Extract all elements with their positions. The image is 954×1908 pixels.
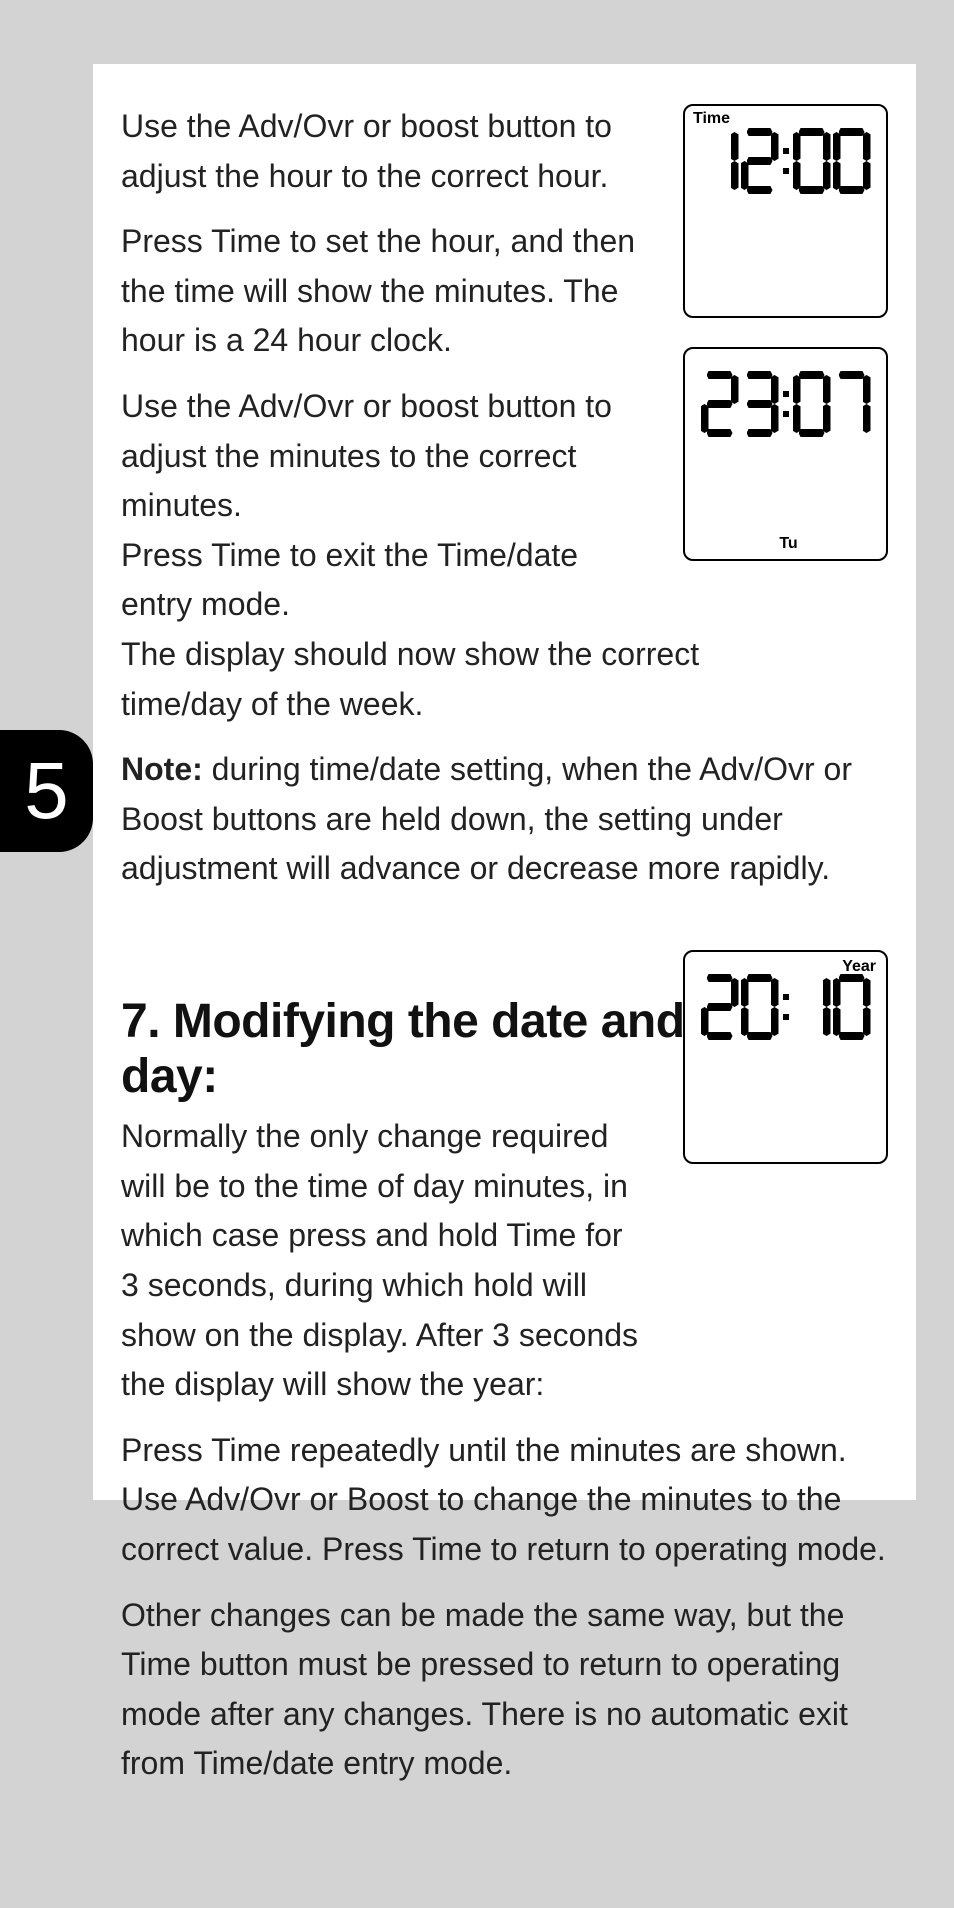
paragraph: Use the Adv/Ovr or boost button to adjus… (121, 382, 641, 531)
lcd-digits (685, 371, 886, 442)
paragraph: The display should now show the correct … (121, 630, 781, 729)
note-body: during time/date setting, when the Adv/O… (121, 751, 852, 886)
lcd-display-clock: Tu (683, 347, 888, 561)
manual-page: Time Tu Year Use the Adv/Ovr or boost bu… (93, 64, 916, 1500)
paragraph: Press Time repeatedly until the minutes … (121, 1426, 888, 1575)
paragraph: Press Time to exit the Time/date entry m… (121, 531, 641, 630)
note-label: Note: (121, 751, 203, 787)
lcd-digits (685, 128, 886, 199)
page-number-tab: 5 (0, 730, 93, 852)
lcd-display-year: Year (683, 950, 888, 1164)
lcd-display-time: Time (683, 104, 888, 318)
paragraph: Use the Adv/Ovr or boost button to adjus… (121, 102, 651, 201)
lcd-label-day: Tu (685, 535, 886, 553)
lcd-label-time: Time (693, 110, 730, 128)
paragraph: Press Time to set the hour, and then the… (121, 217, 651, 366)
lcd-digits (685, 974, 886, 1045)
note-paragraph: Note: during time/date setting, when the… (121, 745, 888, 894)
paragraph: Normally the only change required will b… (121, 1112, 641, 1410)
paragraph: Other changes can be made the same way, … (121, 1591, 888, 1789)
page-number: 5 (24, 745, 69, 837)
